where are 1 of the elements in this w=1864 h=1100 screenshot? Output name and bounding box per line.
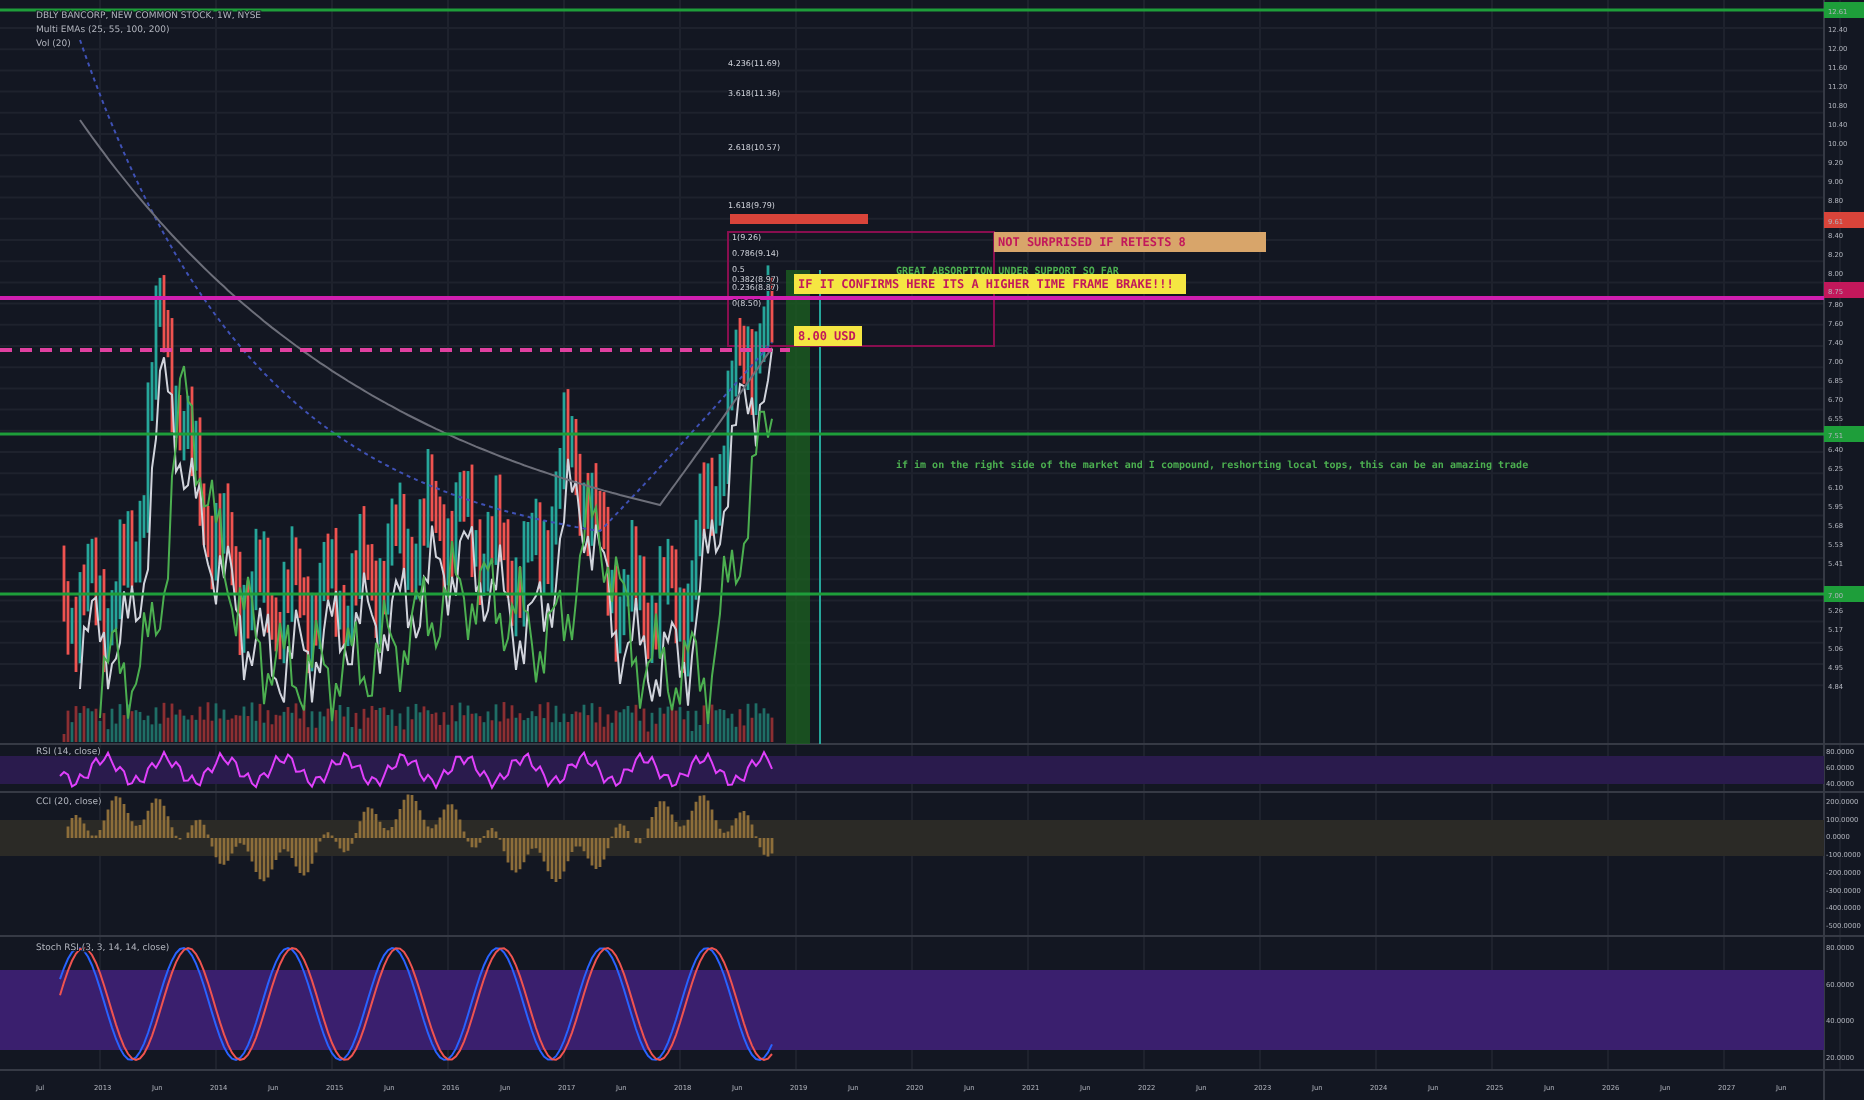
fib-bar — [730, 214, 868, 224]
